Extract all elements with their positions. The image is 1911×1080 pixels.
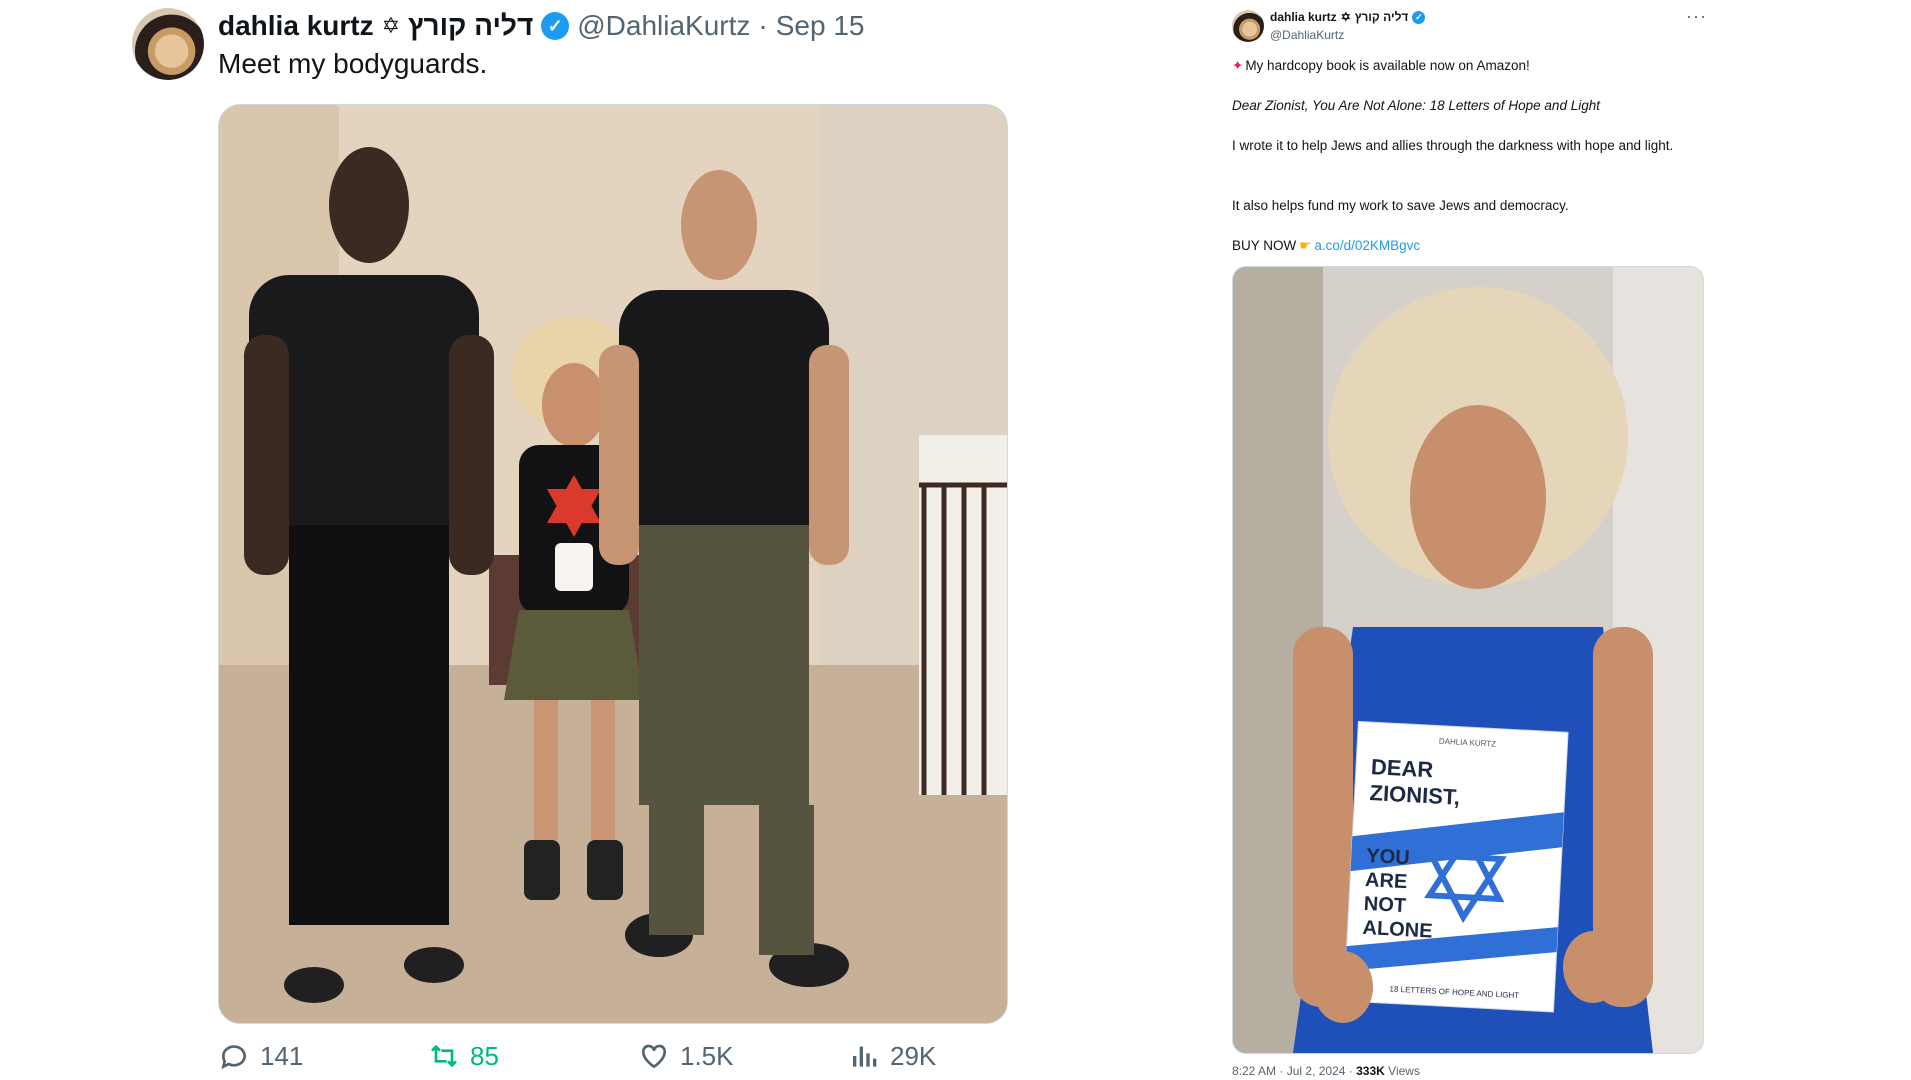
book-title-line: Dear Zionist, You Are Not Alone: 18 Lett… [1232,98,1600,113]
tweet-header: dahlia kurtz ✡ דליה קורץ ✓ @DahliaKurtz … [218,6,864,46]
tweet-line-1: ✦ My hardcopy book is available now on Am… [1232,56,1692,75]
book-title-2: ZIONIST, [1369,780,1461,810]
tweet-date[interactable]: Sep 15 [776,10,865,42]
amazon-link[interactable]: a.co/d/02KMBgvc [1314,238,1420,253]
verified-badge-icon: ✓ [1412,10,1426,24]
separator: · [1348,1064,1353,1078]
verified-badge-icon: ✓ [541,12,570,40]
book-sub-4: ALONE [1362,917,1433,943]
tweet-line-3: I wrote it to help Jews and allies throu… [1232,138,1674,153]
reply-icon [221,1045,246,1070]
views-button[interactable]: 29K [848,1040,936,1072]
views-icon [853,1046,877,1067]
star-of-david-glyph: ✡ [1340,10,1351,24]
book-sub-2: ARE [1365,869,1408,893]
reply-button[interactable]: 141 [218,1040,303,1072]
tweet-meta: 8:22 AM · Jul 2, 2024 · 333K Views [1232,1064,1420,1078]
more-icon[interactable]: ··· [1686,6,1707,27]
like-count: 1.5K [680,1040,734,1071]
book-sub-3: NOT [1363,893,1406,917]
pointing-hand-icon: ☛ [1299,238,1312,253]
like-icon [641,1044,667,1069]
retweet-count: 85 [470,1040,499,1071]
tweet-actions: 141 85 1.5K 29K [218,1040,978,1080]
tweet-photo-book[interactable]: DAHLIA KURTZ DEAR ZIONIST, YOU ARE NOT A… [1232,266,1704,1054]
star-of-david-glyph: ✡ [381,13,401,38]
views-count: 29K [890,1040,937,1071]
book-sub-1: YOU [1366,845,1410,869]
author-handle[interactable]: @DahliaKurtz [1270,28,1344,42]
book-title-1: DEAR [1370,754,1434,782]
view-count: 333K [1356,1064,1385,1078]
retweet-button[interactable]: 85 [428,1040,499,1072]
author-name[interactable]: dahlia kurtz [1270,10,1337,24]
author-avatar-small[interactable] [1232,10,1264,42]
tweet-full-date[interactable]: Jul 2, 2024 [1287,1064,1346,1078]
author-name[interactable]: dahlia kurtz [218,10,374,42]
author-avatar[interactable] [132,8,204,80]
tweet-header-small: dahlia kurtz ✡ דליה קורץ ✓ [1270,10,1426,24]
tweet-text-1: My hardcopy book is available now on Ama… [1245,58,1530,73]
tweet-text: Meet my bodyguards. [218,48,488,79]
separator: · [1279,1064,1284,1078]
party-popper-icon: ✦ [1232,58,1244,73]
buy-now-label: BUY NOW [1232,238,1297,253]
retweet-icon [431,1044,457,1068]
reply-count: 141 [260,1040,304,1071]
like-button[interactable]: 1.5K [638,1040,734,1072]
tweet-time[interactable]: 8:22 AM [1232,1064,1276,1078]
author-hebrew-name[interactable]: דליה קורץ [408,10,533,42]
separator: · [758,10,768,41]
tweet-photo[interactable] [218,104,1008,1024]
tweet-line-4: It also helps fund my work to save Jews … [1232,198,1569,213]
buy-now-line: BUY NOW ☛ a.co/d/02KMBgvc [1232,236,1692,255]
author-handle[interactable]: @DahliaKurtz [577,10,750,42]
author-hebrew-name[interactable]: דליה קורץ [1355,10,1409,24]
views-label: Views [1388,1064,1420,1078]
